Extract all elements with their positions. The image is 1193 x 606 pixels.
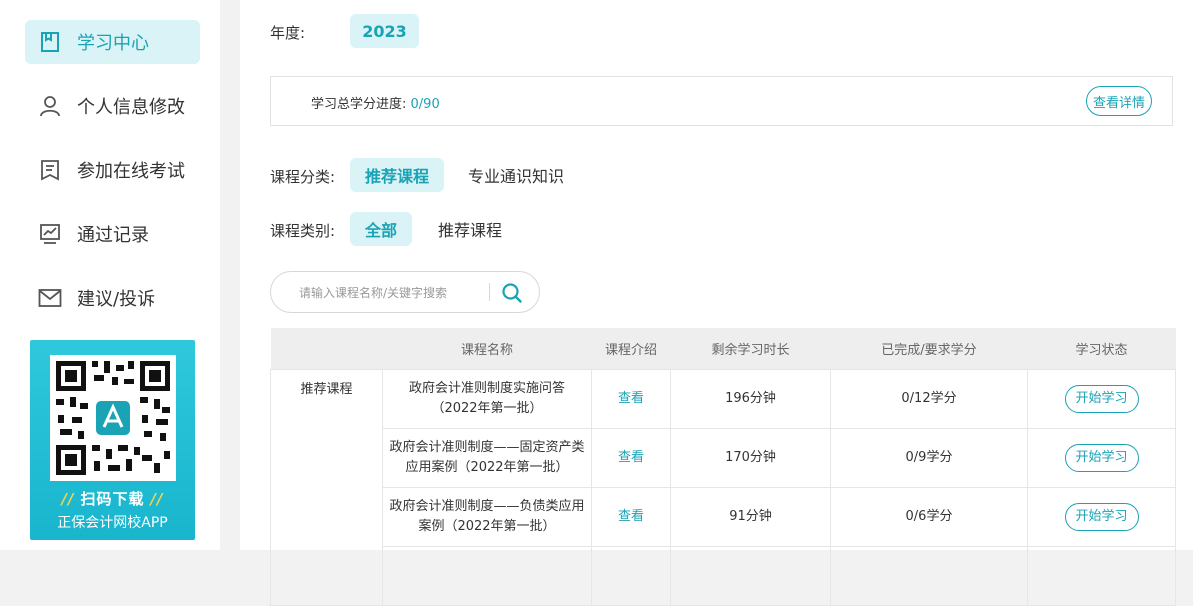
start-learning-button[interactable]: 开始学习: [1064, 444, 1139, 472]
course-type-label: 课程类别:: [270, 222, 336, 240]
decor-slash-icon: //: [150, 490, 164, 508]
search-divider: [489, 283, 490, 301]
column-header-credits: 已完成/要求学分: [830, 328, 1028, 370]
course-group-label: 推荐课程: [270, 369, 383, 606]
status-cell: [1027, 546, 1176, 606]
remaining-time: 91分钟: [670, 487, 831, 547]
credit-progress-text: 学习总学分进度: 0/90: [311, 93, 440, 112]
main-content: 年度: 2023 学习总学分进度: 0/90 查看详情 课程分类: 推荐课程 专…: [240, 0, 1193, 606]
start-learning-button[interactable]: 开始学习: [1064, 503, 1139, 531]
sidebar-item-learning-center[interactable]: 学习中心: [25, 20, 200, 64]
credits-progress: 0/12学分: [830, 369, 1028, 429]
decor-slash-icon: //: [61, 490, 75, 508]
credit-progress-box: 学习总学分进度: 0/90 查看详情: [270, 76, 1173, 126]
sidebar-item-pass-records[interactable]: 通过记录: [25, 212, 200, 256]
sidebar-item-online-exam[interactable]: 参加在线考试: [25, 148, 200, 192]
credits-progress: 0/9学分: [830, 428, 1028, 488]
column-header-course-name: 课程名称: [382, 328, 592, 370]
intro-cell: [591, 546, 671, 606]
intro-cell: 查看: [591, 487, 671, 547]
status-cell: 开始学习: [1027, 487, 1176, 547]
category-professional-general[interactable]: 专业通识知识: [460, 158, 572, 192]
remaining-time: [670, 546, 831, 606]
qr-code: [50, 355, 176, 481]
download-label-row: // 扫码下载 //: [30, 488, 195, 509]
view-intro-link[interactable]: 查看: [618, 391, 644, 406]
credit-progress-value: 0/90: [410, 97, 440, 112]
document-icon: [37, 157, 63, 183]
sidebar-item-feedback[interactable]: 建议/投诉: [25, 276, 200, 320]
table-header-row: 课程名称 课程介绍 剩余学习时长 已完成/要求学分 学习状态: [270, 328, 1176, 370]
sidebar-item-label: 建议/投诉: [77, 289, 156, 310]
column-header: [270, 328, 383, 370]
column-header-intro: 课程介绍: [591, 328, 671, 370]
app-name-label: 正保会计网校APP: [57, 515, 168, 531]
view-intro-link[interactable]: 查看: [618, 509, 644, 524]
category-recommended[interactable]: 推荐课程: [350, 158, 444, 192]
type-all[interactable]: 全部: [350, 212, 412, 246]
year-selector[interactable]: 2023: [350, 14, 419, 48]
status-cell: 开始学习: [1027, 369, 1176, 429]
table-row: 政府会计准则制度——固定资产类应用案例（2022年第一批） 查看 170分钟 0…: [271, 428, 1176, 488]
sidebar-item-label: 学习中心: [77, 33, 149, 54]
course-name: [382, 546, 592, 606]
search-input[interactable]: [297, 282, 481, 304]
app-download-card: // 扫码下载 // 正保会计网校APP: [30, 340, 195, 540]
remaining-time: 196分钟: [670, 369, 831, 429]
user-icon: [37, 93, 63, 119]
course-category-label: 课程分类:: [270, 168, 336, 186]
sidebar-item-label: 参加在线考试: [77, 161, 185, 182]
table-row: [271, 546, 1176, 606]
course-name: 政府会计准则制度——负债类应用案例（2022年第一批）: [382, 487, 592, 547]
credit-progress-label: 学习总学分进度:: [311, 97, 407, 112]
status-cell: 开始学习: [1027, 428, 1176, 488]
chart-icon: [37, 221, 63, 247]
credits-progress: [830, 546, 1028, 606]
column-header-remaining-time: 剩余学习时长: [670, 328, 831, 370]
download-label: 扫码下载: [80, 490, 145, 508]
table-row: 政府会计准则制度——负债类应用案例（2022年第一批） 查看 91分钟 0/6学…: [271, 487, 1176, 547]
credits-progress: 0/6学分: [830, 487, 1028, 547]
course-name: 政府会计准则制度——固定资产类应用案例（2022年第一批）: [382, 428, 592, 488]
sidebar-item-label: 通过记录: [77, 225, 149, 246]
remaining-time: 170分钟: [670, 428, 831, 488]
start-learning-button[interactable]: 开始学习: [1064, 385, 1139, 413]
type-recommended[interactable]: 推荐课程: [426, 212, 514, 246]
table-row: 推荐课程 政府会计准则制度实施问答（2022年第一批） 查看 196分钟 0/1…: [270, 369, 1176, 606]
bookmark-icon: [37, 29, 63, 55]
intro-cell: 查看: [591, 428, 671, 488]
course-search: [270, 271, 540, 313]
course-table: 课程名称 课程介绍 剩余学习时长 已完成/要求学分 学习状态 推荐课程 政府会计…: [270, 328, 1176, 606]
course-name: 政府会计准则制度实施问答（2022年第一批）: [382, 369, 592, 429]
view-intro-link[interactable]: 查看: [618, 450, 644, 465]
sidebar: 学习中心 个人信息修改 参加在线考试 通过记录 建议/投诉 // 扫码下载 //…: [0, 0, 220, 550]
view-details-button[interactable]: 查看详情: [1086, 86, 1152, 116]
search-icon[interactable]: [501, 282, 525, 304]
year-label: 年度:: [270, 24, 306, 42]
mail-icon: [37, 285, 63, 311]
sidebar-item-profile[interactable]: 个人信息修改: [25, 84, 200, 128]
intro-cell: 查看: [591, 369, 671, 429]
column-header-status: 学习状态: [1027, 328, 1176, 370]
sidebar-item-label: 个人信息修改: [77, 97, 185, 118]
